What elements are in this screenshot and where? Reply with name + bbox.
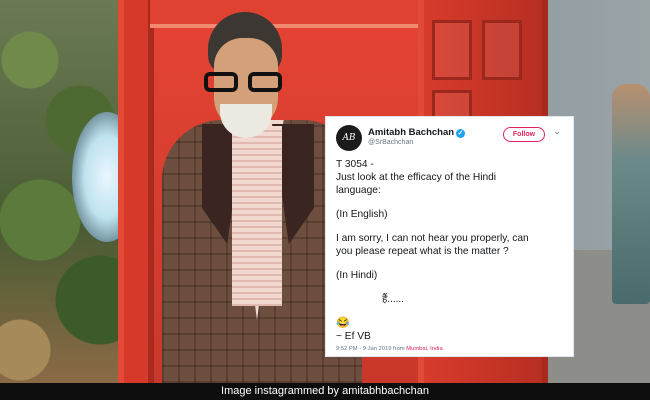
hindi-label: (In Hindi) <box>336 270 378 281</box>
tweet-footer: 9:52 PM - 9 Jan 2019 from Mumbai, India <box>336 346 443 352</box>
hindi-text: हैं...... <box>382 294 404 305</box>
laughing-emoji: 😂 <box>336 317 350 329</box>
tweet-location[interactable]: Mumbai, India <box>406 346 442 352</box>
author-name-text: Amitabh Bachchan <box>368 127 455 138</box>
avatar[interactable]: AB <box>336 125 362 151</box>
image-caption: Image instagrammed by amitabhbachchan <box>0 383 650 400</box>
tweet-signature: ~ Ef VB <box>336 331 371 342</box>
tweet-line: language: <box>336 185 381 196</box>
chevron-down-icon[interactable]: ⌄ <box>551 126 563 140</box>
tweet-author-name[interactable]: Amitabh Bachchan ✓ <box>368 127 466 138</box>
glasses <box>202 72 288 92</box>
phone-booth-left-frame <box>118 0 154 383</box>
embedded-tweet-card[interactable]: AB Amitabh Bachchan ✓ @SrBachchan Follow … <box>325 116 574 357</box>
tweet-line: Just look at the efficacy of the Hindi <box>336 172 497 183</box>
english-text-line: I am sorry, I can not hear you properly,… <box>336 233 529 244</box>
tweet-timestamp[interactable]: 9:52 PM - 9 Jan 2019 from <box>336 346 405 352</box>
tweet-header: AB Amitabh Bachchan ✓ @SrBachchan Follow … <box>336 125 563 153</box>
verified-badge-icon: ✓ <box>456 129 466 138</box>
english-label: (In English) <box>336 209 388 220</box>
english-text-line: you please repeat what is the matter ? <box>336 246 509 257</box>
tweet-id-line: T 3054 - <box>336 159 374 170</box>
striped-shirt <box>232 126 282 306</box>
tweet-author-handle[interactable]: @SrBachchan <box>368 139 413 146</box>
tweet-text: T 3054 - Just look at the efficacy of th… <box>336 158 563 343</box>
statue <box>612 84 650 304</box>
follow-button[interactable]: Follow <box>503 127 545 142</box>
